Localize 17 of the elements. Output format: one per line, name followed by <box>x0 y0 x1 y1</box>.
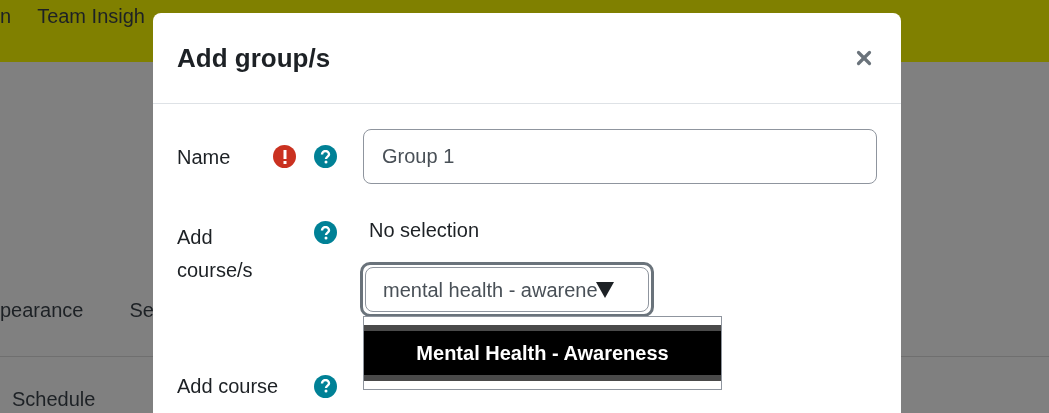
nav-link[interactable]: n <box>0 2 12 30</box>
tab[interactable]: pearance <box>0 296 84 324</box>
search-value: mental health - awarene <box>383 277 598 303</box>
menu-item[interactable]: Schedule <box>12 388 96 410</box>
nav-link[interactable]: Team Insigh <box>37 2 145 30</box>
field-label: Add course/s <box>177 225 254 283</box>
field-label: Add course <box>177 374 280 399</box>
help-icon[interactable] <box>314 374 337 398</box>
name-input[interactable]: Group 1 <box>363 129 877 184</box>
suggestion-option[interactable]: Mental Health - Awareness <box>364 325 721 381</box>
field-label: Name <box>177 144 232 170</box>
selection-text: No selection <box>369 218 481 242</box>
help-icon[interactable] <box>314 145 337 168</box>
dialog-title: Add group/s <box>177 41 331 75</box>
help-icon[interactable] <box>314 221 337 244</box>
tab[interactable]: Se <box>129 296 154 324</box>
dropdown-arrow-icon[interactable] <box>595 281 614 298</box>
